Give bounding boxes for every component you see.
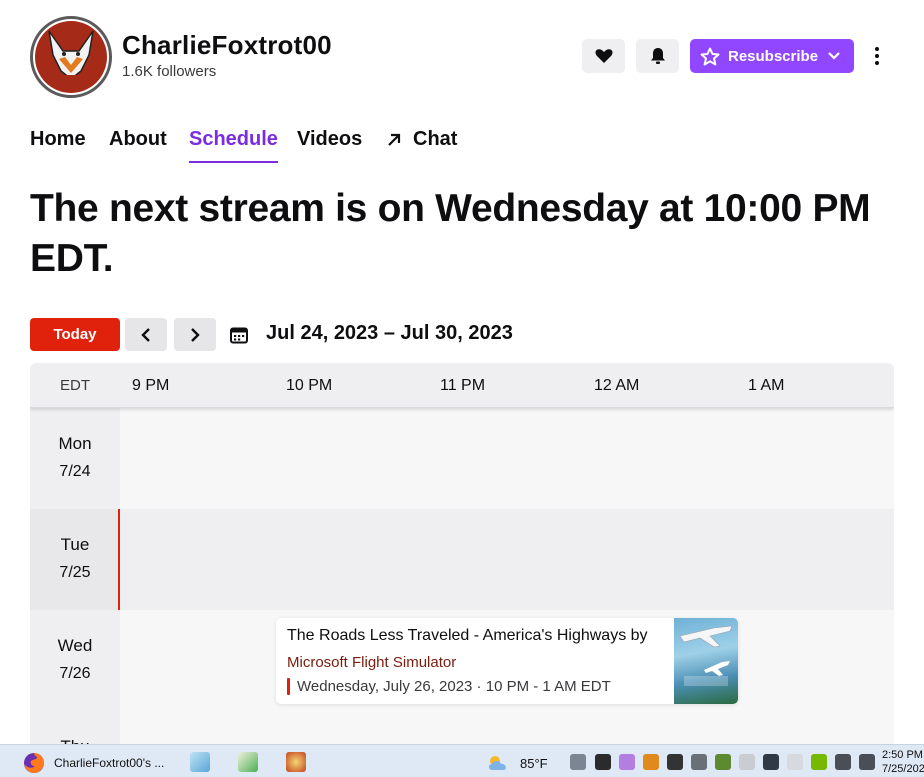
usb-icon[interactable] bbox=[739, 754, 755, 770]
network-tool-icon[interactable] bbox=[691, 754, 707, 770]
channel-avatar[interactable] bbox=[30, 16, 112, 98]
tab-about[interactable]: About bbox=[109, 128, 167, 151]
day-label: Mon 7/24 bbox=[30, 408, 120, 509]
tab-videos[interactable]: Videos bbox=[297, 128, 362, 151]
calendar-icon bbox=[230, 327, 248, 344]
feather-icon[interactable] bbox=[619, 754, 635, 770]
hour-label: 10 PM bbox=[286, 377, 333, 394]
spreadsheet-icon[interactable] bbox=[238, 752, 258, 772]
day-date: 7/26 bbox=[59, 665, 91, 682]
today-button[interactable]: Today bbox=[30, 318, 120, 351]
follower-count: 1.6K followers bbox=[122, 63, 217, 80]
follow-button[interactable] bbox=[582, 39, 625, 73]
time-accent-bar bbox=[287, 678, 290, 695]
day-date: 7/24 bbox=[59, 463, 91, 480]
clock-date: 7/25/2023 bbox=[882, 763, 924, 775]
date-picker-button[interactable] bbox=[223, 320, 255, 350]
hour-label: 11 PM bbox=[440, 377, 486, 394]
twitch-schedule-page: CharlieFoxtrot00 1.6K followers Resubscr… bbox=[0, 0, 924, 777]
grid-app-icon[interactable] bbox=[715, 754, 731, 770]
day-name: Tue bbox=[60, 535, 90, 554]
resubscribe-label: Resubscribe bbox=[728, 47, 819, 65]
plex-icon[interactable] bbox=[595, 754, 611, 770]
network-icon[interactable] bbox=[859, 754, 875, 770]
shield-icon[interactable] bbox=[763, 754, 779, 770]
tab-schedule[interactable]: Schedule bbox=[189, 128, 278, 163]
windows-taskbar: CharlieFoxtrot00's ... 85°F 2:50 PM 7/25… bbox=[0, 744, 924, 777]
more-options-icon[interactable] bbox=[868, 42, 886, 70]
day-row-body bbox=[120, 509, 894, 610]
nvidia-icon[interactable] bbox=[811, 754, 827, 770]
stream-title: The Roads Less Traveled - America's High… bbox=[287, 627, 648, 644]
previous-week-button[interactable] bbox=[125, 318, 167, 351]
resubscribe-button[interactable]: Resubscribe bbox=[690, 39, 854, 73]
weather-widget[interactable]: 85°F bbox=[486, 754, 548, 772]
chevron-down-icon bbox=[828, 52, 840, 60]
day-row-tue: Tue 7/25 bbox=[30, 509, 894, 610]
star-icon bbox=[700, 47, 720, 65]
cloud-sun-icon bbox=[489, 756, 506, 770]
time-header: EDT 9 PM 10 PM 11 PM 12 AM 1 AM bbox=[30, 363, 894, 408]
weather-temperature: 85°F bbox=[520, 755, 548, 771]
paint-icon[interactable] bbox=[286, 752, 306, 772]
airplane-icon bbox=[679, 625, 733, 686]
game-box-art[interactable] bbox=[674, 618, 738, 704]
battery-icon[interactable] bbox=[787, 754, 803, 770]
day-row-mon: Mon 7/24 bbox=[30, 408, 894, 509]
hour-label: 12 AM bbox=[594, 377, 640, 394]
hour-label: 9 PM bbox=[132, 377, 170, 394]
day-name: Mon bbox=[58, 434, 92, 453]
taskbar-app-label: CharlieFoxtrot00's ... bbox=[54, 756, 165, 770]
day-label: Wed 7/26 bbox=[30, 610, 120, 711]
bell-icon bbox=[650, 48, 665, 64]
current-time-indicator bbox=[118, 509, 120, 610]
taskbar-firefox-app[interactable]: CharlieFoxtrot00's ... bbox=[22, 751, 164, 775]
heart-icon bbox=[595, 49, 612, 63]
stream-game[interactable]: Microsoft Flight Simulator bbox=[287, 654, 456, 671]
discord-icon[interactable] bbox=[570, 754, 586, 770]
firefox-icon bbox=[24, 753, 44, 773]
system-clock[interactable]: 2:50 PM 7/25/2023 bbox=[882, 748, 924, 776]
stream-time: Wednesday, July 26, 2023 · 10 PM - 1 AM … bbox=[297, 678, 611, 695]
tab-chat-label: Chat bbox=[413, 128, 458, 150]
tab-home[interactable]: Home bbox=[30, 128, 86, 151]
hour-label: 1 AM bbox=[748, 377, 785, 394]
date-range-label: Jul 24, 2023 – Jul 30, 2023 bbox=[266, 322, 513, 344]
day-row-body bbox=[120, 408, 894, 509]
chevron-right-icon bbox=[191, 327, 200, 342]
timezone-label: EDT bbox=[60, 377, 90, 394]
next-week-button[interactable] bbox=[174, 318, 216, 351]
day-label: Tue 7/25 bbox=[30, 509, 120, 610]
external-arrow-icon bbox=[388, 133, 401, 146]
channel-name[interactable]: CharlieFoxtrot00 bbox=[122, 30, 332, 61]
notifications-button[interactable] bbox=[636, 39, 679, 73]
next-stream-headline: The next stream is on Wednesday at 10:00… bbox=[30, 187, 871, 280]
fox-logo-icon bbox=[35, 21, 107, 93]
search-tool-icon[interactable] bbox=[643, 754, 659, 770]
scheduled-stream-card[interactable]: The Roads Less Traveled - America's High… bbox=[276, 618, 738, 704]
tab-chat[interactable]: Chat bbox=[386, 128, 457, 151]
hdr-icon[interactable] bbox=[667, 754, 683, 770]
day-name: Wed bbox=[57, 636, 93, 655]
clock-time: 2:50 PM bbox=[882, 749, 923, 761]
volume-icon[interactable] bbox=[835, 754, 851, 770]
chevron-left-icon bbox=[141, 327, 150, 342]
day-date: 7/25 bbox=[59, 564, 91, 581]
notepad-icon[interactable] bbox=[190, 752, 210, 772]
